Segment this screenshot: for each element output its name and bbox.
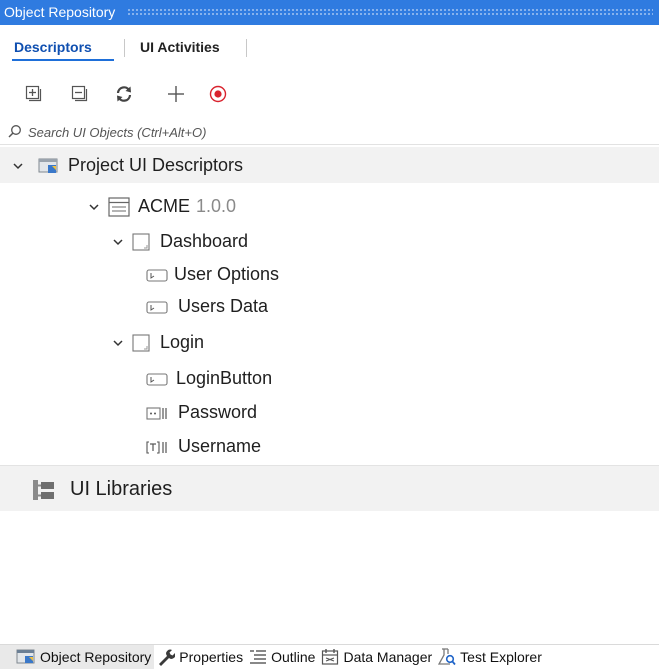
bottom-tab-label: Object Repository bbox=[40, 648, 152, 665]
add-button[interactable] bbox=[162, 80, 190, 108]
text-field-icon bbox=[146, 440, 167, 454]
screen-icon bbox=[132, 232, 150, 251]
bottom-tab-outline[interactable]: Outline bbox=[246, 645, 318, 669]
refresh-button[interactable] bbox=[110, 80, 138, 108]
element-label: User Options bbox=[174, 264, 280, 284]
project-descriptors-header[interactable]: Project UI Descriptors bbox=[0, 147, 659, 183]
search-input[interactable] bbox=[26, 121, 650, 143]
object-repository-icon bbox=[16, 649, 35, 663]
panel-titlebar: Object Repository bbox=[0, 0, 659, 25]
tree-element-password[interactable]: Password bbox=[146, 402, 257, 423]
tree-element-loginbutton[interactable]: LoginButton bbox=[146, 368, 272, 389]
panel-tabs: Descriptors UI Activities bbox=[0, 25, 659, 63]
bottom-tab-label: Data Manager bbox=[343, 648, 433, 665]
application-icon bbox=[108, 196, 130, 217]
collapse-all-button[interactable] bbox=[66, 80, 94, 108]
ui-libraries-label: UI Libraries bbox=[70, 478, 173, 500]
object-repository-icon bbox=[38, 158, 58, 173]
tab-divider bbox=[124, 39, 125, 57]
search-icon bbox=[8, 125, 21, 138]
wrench-icon bbox=[159, 649, 176, 666]
record-icon bbox=[209, 85, 227, 103]
password-field-icon bbox=[146, 406, 167, 420]
ui-element-icon bbox=[146, 268, 168, 282]
expand-all-button[interactable] bbox=[20, 80, 48, 108]
search-bar bbox=[0, 119, 659, 145]
bottom-tab-label: Test Explorer bbox=[460, 648, 542, 665]
test-explorer-icon bbox=[438, 647, 456, 665]
screen-label: Dashboard bbox=[160, 231, 249, 251]
tree-app-node[interactable]: ACME 1.0.0 bbox=[86, 196, 236, 217]
active-tab-indicator bbox=[12, 59, 114, 61]
element-label: Password bbox=[178, 402, 258, 422]
expand-all-icon bbox=[25, 85, 42, 102]
record-button[interactable] bbox=[204, 80, 232, 108]
ui-element-icon bbox=[146, 372, 168, 386]
ui-element-icon bbox=[146, 300, 168, 314]
ui-libraries-header[interactable]: UI Libraries bbox=[0, 465, 659, 511]
bottom-tab-properties[interactable]: Properties bbox=[154, 645, 246, 669]
refresh-icon bbox=[116, 86, 132, 102]
tree-element-user-options[interactable]: User Options bbox=[146, 264, 279, 285]
tab-descriptors[interactable]: Descriptors bbox=[14, 39, 92, 55]
panel-title: Object Repository bbox=[4, 4, 116, 20]
element-label: Username bbox=[178, 436, 262, 456]
bottom-tab-object-repository[interactable]: Object Repository bbox=[0, 644, 155, 669]
tab-divider bbox=[246, 39, 247, 57]
app-version: 1.0.0 bbox=[196, 196, 237, 216]
tree-element-username[interactable]: Username bbox=[146, 436, 261, 457]
bottom-tab-test-explorer[interactable]: Test Explorer bbox=[435, 645, 545, 669]
chevron-down-icon[interactable] bbox=[110, 335, 126, 351]
tab-ui-activities[interactable]: UI Activities bbox=[140, 39, 220, 55]
tree-screen-dashboard[interactable]: Dashboard bbox=[110, 231, 248, 252]
bottom-tab-strip: Object Repository Properties Outline Dat… bbox=[0, 644, 659, 669]
element-label: Users Data bbox=[178, 296, 269, 316]
add-icon bbox=[168, 86, 184, 102]
collapse-all-icon bbox=[71, 85, 88, 102]
screen-icon bbox=[132, 333, 150, 352]
tree-element-users-data[interactable]: Users Data bbox=[146, 296, 268, 317]
chevron-down-icon[interactable] bbox=[86, 199, 102, 215]
bottom-tab-data-manager[interactable]: Data Manager bbox=[318, 645, 435, 669]
bottom-tab-label: Outline bbox=[271, 648, 316, 665]
app-name: ACME bbox=[138, 196, 191, 216]
toolbar bbox=[0, 80, 659, 112]
element-label: LoginButton bbox=[176, 368, 273, 388]
bottom-tab-label: Properties bbox=[179, 648, 244, 665]
outline-icon bbox=[250, 649, 267, 664]
ui-libraries-icon bbox=[33, 479, 54, 500]
chevron-down-icon[interactable] bbox=[10, 158, 26, 174]
chevron-down-icon[interactable] bbox=[110, 234, 126, 250]
tree-screen-login[interactable]: Login bbox=[110, 332, 204, 353]
tree-root-label: Project UI Descriptors bbox=[68, 155, 244, 175]
screen-label: Login bbox=[160, 332, 205, 352]
data-manager-icon bbox=[322, 648, 339, 665]
drag-grip[interactable] bbox=[127, 8, 653, 17]
